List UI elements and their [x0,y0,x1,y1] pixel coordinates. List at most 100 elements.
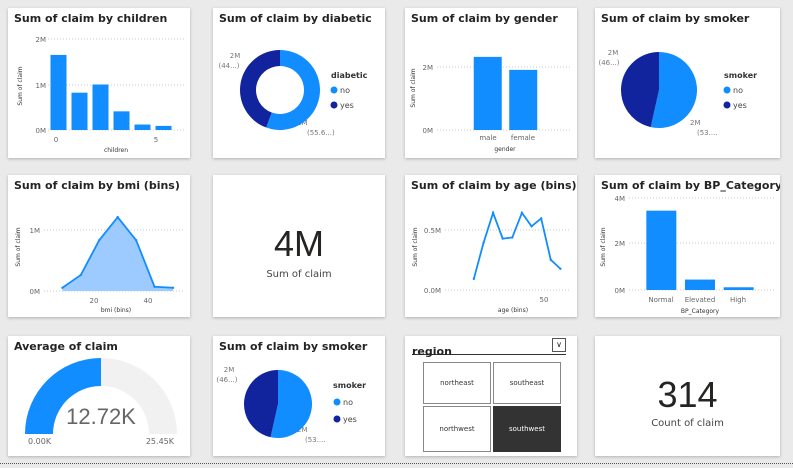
bar-0[interactable] [50,54,67,130]
y-axis-label: Sum of claim [412,227,419,266]
slicer-option-southwest[interactable]: southwest [493,406,561,452]
visual-claim-by-smoker-1[interactable]: Sum of claim by smoker 2M (46...) 2M (53… [595,8,780,158]
x-tick: 50 [540,296,549,304]
data-point[interactable] [116,215,119,219]
line-chart-age[interactable]: 0.5M 0.0M Sum of claim 50 age (bins) [405,175,577,317]
bar-normal[interactable] [646,210,677,290]
card-count-of-claim[interactable]: 314 Count of claim [595,336,780,456]
data-point[interactable] [511,236,514,239]
series-line[interactable] [472,210,561,280]
data-point[interactable] [549,258,552,262]
bar-3[interactable] [113,111,130,130]
data-point[interactable] [491,211,495,215]
bar-elevated[interactable] [685,279,715,290]
slicer-option-southeast[interactable]: southeast [493,362,561,404]
legend-yes-label[interactable]: yes [340,101,354,110]
visual-claim-by-smoker-2[interactable]: Sum of claim by smoker 2M (46...) 2M (53… [213,336,385,456]
x-tick: Elevated [685,296,716,304]
bar-chart-bp-category[interactable]: 4M 2M 0M Sum of claim Normal Elevated Hi… [595,175,780,317]
visual-claim-by-age[interactable]: Sum of claim by age (bins) 0.5M 0.0M Sum… [405,175,577,317]
y-axis-label: Sum of claim [17,66,24,105]
slicer-title: region [412,345,452,358]
card-label: Count of claim [651,418,724,429]
slice-label: 2M [608,49,619,57]
gauge-min: 0.00K [28,437,52,446]
x-tick: 40 [144,297,153,305]
slice-label: (53.... [697,129,718,137]
x-tick: 5 [154,136,158,144]
slicer-header[interactable]: region ∨ [412,338,566,358]
bar-1[interactable] [71,92,88,130]
donut-chart-diabetic[interactable]: 2M (44...) 2M (55.6...) diabetic no yes [213,8,385,158]
slice-label: 2M [690,119,701,127]
x-tick: Normal [648,296,673,304]
bar-high[interactable] [723,287,754,290]
data-point[interactable] [134,238,138,242]
y-axis-label: Sum of claim [410,68,417,107]
bar-4[interactable] [134,124,151,130]
legend-yes-marker [333,415,341,423]
data-point[interactable] [153,285,156,288]
data-point[interactable] [539,217,543,220]
visual-claim-by-bp-category[interactable]: Sum of claim by BP_Category 4M 2M 0M Sum… [595,175,780,317]
bar-chart-gender[interactable]: 2M 0M Sum of claim male female gender [405,8,577,158]
page-bottom-divider [0,463,793,464]
card-sum-of-claim[interactable]: 4M Sum of claim [213,175,385,317]
gauge-chart[interactable]: 12.72K 0.00K 25.45K [8,336,190,456]
data-point[interactable] [530,225,533,228]
area-fill[interactable] [62,217,173,291]
x-tick: 20 [90,297,99,305]
data-point[interactable] [61,286,64,289]
legend-yes-label[interactable]: yes [733,101,747,110]
visual-claim-by-gender[interactable]: Sum of claim by gender 2M 0M Sum of clai… [405,8,577,158]
bar-male[interactable] [473,56,502,130]
chevron-down-icon[interactable]: ∨ [552,338,566,352]
legend-title: diabetic [331,71,368,80]
x-tick: male [479,134,496,142]
slice-label: (44...) [218,62,239,70]
data-point[interactable] [559,267,562,270]
data-point[interactable] [501,237,504,240]
visual-claim-by-children[interactable]: Sum of claim by children 2M 1M 0M Sum of… [8,8,190,158]
data-point[interactable] [472,277,476,281]
bar-2[interactable] [92,84,109,131]
slice-label: (53.... [305,436,326,444]
data-point[interactable] [98,238,101,242]
data-point[interactable] [79,273,83,277]
y-axis-label: Sum of claim [15,227,22,266]
legend-yes-label[interactable]: yes [343,415,357,424]
legend-title: smoker [333,381,366,390]
legend-no-label[interactable]: no [733,86,743,95]
data-point[interactable] [171,286,175,289]
legend-no-marker [723,86,731,94]
visual-claim-by-bmi[interactable]: Sum of claim by bmi (bins) 1M 0M Sum of … [8,175,190,317]
bar-chart-children[interactable]: 2M 1M 0M Sum of claim 0 5 children [8,8,190,158]
bar-5[interactable] [155,125,172,130]
region-slicer[interactable]: region ∨ northeast southeast northwest s… [405,336,577,456]
y-tick: 4M [615,195,626,203]
slice-label: (46...) [598,59,619,67]
legend-yes-marker [330,101,338,109]
x-axis-label: BP_Category [681,308,720,315]
x-tick: 0 [54,136,58,144]
area-chart-bmi[interactable]: 1M 0M Sum of claim 20 40 bmi (bins) [8,175,190,317]
data-point[interactable] [482,241,485,245]
slicer-option-northwest[interactable]: northwest [423,406,491,452]
x-axis-label: age (bins) [498,307,528,314]
card-value: 4M [273,223,324,264]
x-axis-label: gender [494,146,516,153]
y-tick: 0.0M [424,287,441,295]
data-point[interactable] [520,211,524,215]
legend-no-label[interactable]: no [343,398,353,407]
visual-claim-by-diabetic[interactable]: Sum of claim by diabetic 2M (44...) 2M (… [213,8,385,158]
pie-chart-smoker[interactable]: 2M (46...) 2M (53.... smoker no yes [213,336,385,456]
pie-chart-smoker[interactable]: 2M (46...) 2M (53.... smoker no yes [595,8,780,158]
bar-female[interactable] [509,69,538,130]
x-tick: female [511,134,535,142]
gauge-average-of-claim[interactable]: Average of claim 12.72K 0.00K 25.45K [8,336,190,456]
legend-no-label[interactable]: no [340,86,350,95]
y-tick: 1M [36,82,47,90]
slicer-option-northeast[interactable]: northeast [423,362,491,404]
x-axis-label: children [104,147,128,154]
legend-no-marker [333,398,341,406]
